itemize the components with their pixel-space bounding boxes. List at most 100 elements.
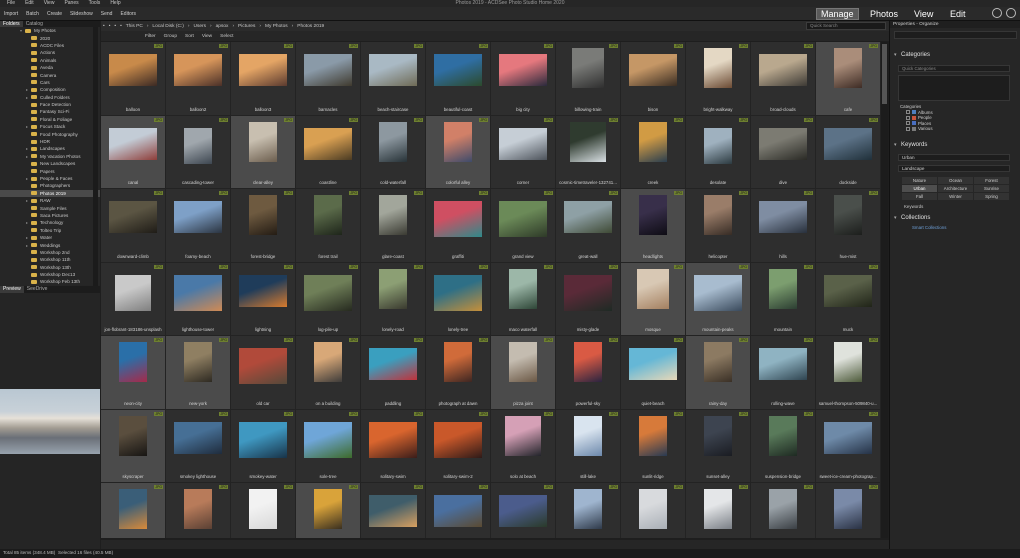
thumbnail-image[interactable]	[704, 342, 732, 382]
folder-item[interactable]: Workshop 13th	[0, 264, 100, 271]
toolbar-send[interactable]: Send	[97, 11, 117, 17]
thumbnail-image[interactable]	[379, 268, 407, 309]
thumbnail-image[interactable]	[704, 195, 732, 235]
thumbnail-cell[interactable]: JPG solitary-swim-2	[426, 409, 491, 483]
filter-select[interactable]: Select	[216, 34, 237, 39]
thumbnail-image[interactable]	[637, 268, 669, 309]
thumbnail-image[interactable]	[239, 274, 287, 307]
thumbnail-image[interactable]	[505, 415, 541, 456]
thumbnail-cell[interactable]: JPG beautiful-coast	[426, 42, 491, 116]
thumbnail-cell[interactable]: JPG	[426, 483, 491, 538]
thumbnail-image[interactable]	[639, 195, 667, 235]
thumbnail-cell[interactable]: JPG pizza joint	[491, 336, 556, 410]
thumbnail-image[interactable]	[434, 201, 482, 237]
mode-view[interactable]: View	[910, 8, 937, 20]
mode-photos[interactable]: Photos	[866, 8, 902, 20]
thumbnail-cell[interactable]: JPG corner	[491, 115, 556, 189]
folder-item[interactable]: ▸ Weddings	[0, 241, 100, 248]
thumbnail-cell[interactable]: JPG solo at beach	[491, 409, 556, 483]
color-label-bar[interactable]	[894, 31, 1017, 39]
thumbnail-cell[interactable]: JPG glare-coast	[361, 189, 426, 263]
thumbnail-cell[interactable]: JPG dive	[751, 115, 816, 189]
thumbnail-cell[interactable]: JPG sole-tree	[296, 409, 361, 483]
thumbnail-image[interactable]	[304, 421, 352, 458]
thumbnail-image[interactable]	[834, 48, 862, 88]
thumbnail-image[interactable]	[639, 415, 667, 456]
thumbnail-image[interactable]	[239, 54, 287, 86]
thumbnail-image[interactable]	[509, 268, 537, 309]
thumbnail-image[interactable]	[119, 415, 147, 456]
thumbnail-cell[interactable]: JPG cosmic-timetraveler-132741...	[556, 115, 621, 189]
thumbnail-image[interactable]	[184, 342, 212, 382]
thumbnail-cell[interactable]: JPG downward-climb	[101, 189, 166, 263]
thumbnail-cell[interactable]: JPG quiet-beach	[621, 336, 686, 410]
category-item[interactable]: Various	[900, 126, 933, 132]
grid-scrollbar-thumb[interactable]	[882, 44, 887, 104]
thumbnail-image[interactable]	[834, 489, 862, 529]
thumbnail-cell[interactable]: JPG	[686, 483, 751, 538]
thumbnail-cell[interactable]: JPG sweet-ice-cream-photograp...	[816, 409, 881, 483]
thumbnail-image[interactable]	[694, 274, 742, 311]
thumbnail-image[interactable]	[824, 127, 872, 160]
thumbnail-cell[interactable]: JPG suspension-bridge	[751, 409, 816, 483]
thumbnail-cell[interactable]: JPG samuel-thompson-509840-u...	[816, 336, 881, 410]
thumbnail-image[interactable]	[184, 489, 212, 529]
smart-collections-item[interactable]: Smart Collections	[912, 225, 946, 230]
thumbnail-cell[interactable]: JPG billowing-train	[556, 42, 621, 116]
thumbnail-cell[interactable]: JPG	[231, 483, 296, 538]
menu-item-tools[interactable]: Tools	[84, 0, 106, 7]
thumbnail-image[interactable]	[369, 495, 417, 527]
folder-item[interactable]: Camera	[0, 71, 100, 78]
thumbnail-image[interactable]	[434, 274, 482, 311]
thumbnail-image[interactable]	[115, 274, 151, 311]
thumbnail-cell[interactable]: JPG forest-bridge	[231, 189, 296, 263]
thumbnail-cell[interactable]: JPG clear-alley	[231, 115, 296, 189]
thumbnail-cell[interactable]: JPG photograph at dawn	[426, 336, 491, 410]
breadcrumb-item[interactable]: apsox	[214, 24, 231, 29]
thumbnail-cell[interactable]: JPG cascading-tower	[166, 115, 231, 189]
menu-item-view[interactable]: View	[39, 0, 60, 7]
toolbar-slideshow[interactable]: Slideshow	[66, 11, 97, 17]
breadcrumb-item[interactable]: Photos 2019	[295, 24, 326, 29]
thumbnail-image[interactable]	[304, 54, 352, 86]
thumbnail-image[interactable]	[379, 195, 407, 235]
tab-seedrive[interactable]: SeeDrive	[24, 286, 51, 293]
keywords-header[interactable]: Keywords	[890, 142, 927, 148]
keywords-subheader[interactable]: Keywords	[904, 204, 923, 209]
thumbnail-cell[interactable]: JPG	[361, 483, 426, 538]
folder-item[interactable]: Animals	[0, 57, 100, 64]
thumbnail-cell[interactable]: JPG	[556, 483, 621, 538]
thumbnail-cell[interactable]: JPG muck	[816, 262, 881, 336]
thumbnail-cell[interactable]: JPG	[816, 483, 881, 538]
thumbnail-cell[interactable]: JPG colorful alley	[426, 115, 491, 189]
thumbnail-image[interactable]	[119, 489, 147, 529]
folder-item[interactable]: Workshop 11th	[0, 256, 100, 263]
thumbnail-image[interactable]	[499, 495, 547, 527]
quick-search-input[interactable]: Quick Search	[806, 22, 886, 30]
thumbnail-cell[interactable]: JPG still-lake	[556, 409, 621, 483]
thumbnail-image[interactable]	[109, 54, 157, 86]
thumbnail-cell[interactable]: JPG balloon2	[166, 42, 231, 116]
thumbnail-cell[interactable]: JPG forest trail	[296, 189, 361, 263]
thumbnail-cell[interactable]: JPG	[621, 483, 686, 538]
thumbnail-cell[interactable]: JPG sunset-alley	[686, 409, 751, 483]
thumbnail-cell[interactable]: JPG log-pile-up	[296, 262, 361, 336]
thumbnail-cell[interactable]: JPG	[101, 483, 166, 538]
checkbox-icon[interactable]	[906, 115, 910, 120]
thumbnail-cell[interactable]: JPG smokey lighthouse	[166, 409, 231, 483]
thumbnail-image[interactable]	[629, 348, 677, 380]
thumbnail-cell[interactable]: JPG lonely-road	[361, 262, 426, 336]
thumbnail-image[interactable]	[572, 48, 604, 88]
quick-categories-grid[interactable]	[898, 75, 1010, 101]
thumbnail-image[interactable]	[759, 127, 807, 160]
thumbnail-cell[interactable]: JPG canal	[101, 115, 166, 189]
thumbnail-cell[interactable]: JPG skyscraper	[101, 409, 166, 483]
folder-item[interactable]: Fantasy Sci-Fi	[0, 108, 100, 115]
thumbnail-cell[interactable]: JPG foamy-beach	[166, 189, 231, 263]
thumbnail-image[interactable]	[499, 201, 547, 237]
folder-item[interactable]: Photographers	[0, 182, 100, 189]
thumbnail-image[interactable]	[759, 201, 807, 233]
folder-item[interactable]: Workshop Feb 13th	[0, 278, 100, 285]
thumbnail-image[interactable]	[704, 489, 732, 529]
checkbox-icon[interactable]	[906, 126, 910, 131]
